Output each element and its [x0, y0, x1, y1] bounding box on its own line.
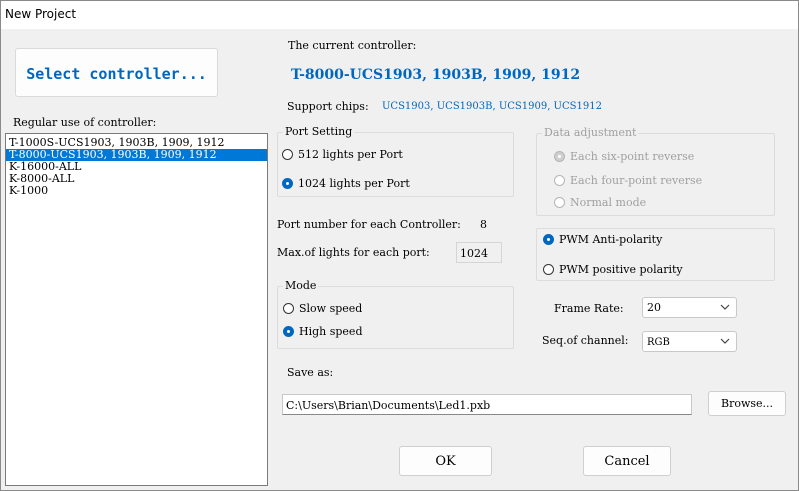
cancel-button[interactable]: Cancel: [583, 446, 671, 476]
pwm-anti-polarity-radio[interactable]: PWM Anti-polarity: [543, 233, 662, 246]
port-512-radio[interactable]: 512 lights per Port: [282, 148, 403, 161]
mode-label: Mode: [283, 279, 319, 292]
mode-group: Mode Slow speed High speed: [277, 279, 514, 349]
save-path-input[interactable]: C:\Users\Brian\Documents\Led1.pxb: [282, 394, 692, 415]
max-lights-field: 1024: [456, 242, 502, 263]
port-512-label: 512 lights per Port: [298, 148, 403, 161]
browse-button[interactable]: Browse...: [708, 391, 786, 416]
cancel-label: Cancel: [604, 454, 650, 469]
pwm-anti-polarity-label: PWM Anti-polarity: [559, 233, 663, 246]
data-adjustment-group: Data adjustment Each six-point reverse E…: [536, 126, 775, 216]
max-lights-value: 1024: [460, 247, 488, 260]
pwm-positive-polarity-label: PWM positive polarity: [559, 263, 683, 276]
four-point-reverse-label: Each four-point reverse: [570, 174, 703, 187]
port-1024-label: 1024 lights per Port: [298, 177, 410, 190]
title-bar[interactable]: New Project: [1, 1, 798, 29]
port-setting-group: Port Setting 512 lights per Port 1024 li…: [277, 125, 514, 197]
seq-channel-value: RGB: [647, 337, 670, 348]
controller-listbox[interactable]: T-1000S-UCS1903, 1903B, 1909, 1912 T-800…: [5, 133, 268, 486]
normal-mode-label: Normal mode: [570, 196, 647, 209]
select-controller-button[interactable]: Select controller...: [15, 48, 218, 97]
port-setting-label: Port Setting: [283, 125, 355, 138]
radio-circle: [554, 197, 565, 208]
current-controller-name: T-8000-UCS1903, 1903B, 1909, 1912: [291, 67, 581, 83]
port-number-label: Port number for each Controller:: [277, 218, 461, 231]
ok-label: OK: [435, 454, 456, 469]
list-item[interactable]: K-1000: [6, 185, 267, 197]
radio-circle: [543, 264, 554, 275]
regular-use-label: Regular use of controller:: [13, 116, 157, 129]
save-as-label: Save as:: [287, 366, 334, 379]
window-title: New Project: [5, 7, 77, 21]
four-point-reverse-radio[interactable]: Each four-point reverse: [554, 174, 702, 187]
data-adjustment-label: Data adjustment: [542, 126, 639, 139]
radio-circle-checked: [554, 151, 565, 162]
chevron-down-icon: [720, 338, 730, 344]
browse-label: Browse...: [720, 397, 774, 410]
chevron-down-icon: [720, 304, 730, 310]
frame-rate-label: Frame Rate:: [554, 302, 624, 315]
current-controller-label: The current controller:: [288, 39, 417, 52]
six-point-reverse-label: Each six-point reverse: [570, 150, 695, 163]
save-path-value: C:\Users\Brian\Documents\Led1.pxb: [286, 399, 491, 412]
slow-speed-label: Slow speed: [299, 302, 363, 315]
seq-channel-select[interactable]: RGB: [642, 331, 737, 352]
high-speed-radio[interactable]: High speed: [283, 325, 362, 338]
pwm-positive-polarity-radio[interactable]: PWM positive polarity: [543, 263, 683, 276]
radio-circle-checked: [543, 234, 554, 245]
port-1024-radio[interactable]: 1024 lights per Port: [282, 177, 410, 190]
radio-circle: [282, 149, 293, 160]
six-point-reverse-radio[interactable]: Each six-point reverse: [554, 150, 694, 163]
frame-rate-value: 20: [647, 301, 661, 314]
normal-mode-radio[interactable]: Normal mode: [554, 196, 646, 209]
frame-rate-select[interactable]: 20: [642, 297, 737, 318]
new-project-dialog: New Project Select controller... The cur…: [0, 0, 799, 491]
ok-button[interactable]: OK: [399, 446, 492, 476]
support-chips-label: Support chips:: [287, 100, 369, 113]
seq-channel-label: Seq.of channel:: [542, 334, 629, 347]
slow-speed-radio[interactable]: Slow speed: [283, 302, 362, 315]
polarity-group: PWM Anti-polarity PWM positive polarity: [536, 228, 775, 281]
support-chips-value: UCS1903, UCS1903B, UCS1909, UCS1912: [382, 101, 602, 112]
select-controller-label: Select controller...: [26, 65, 207, 83]
radio-circle-checked: [282, 178, 293, 189]
high-speed-label: High speed: [299, 325, 363, 338]
radio-circle: [283, 303, 294, 314]
max-lights-label: Max.of lights for each port:: [277, 246, 430, 259]
radio-circle-checked: [283, 326, 294, 337]
radio-circle: [554, 175, 565, 186]
port-number-value: 8: [480, 218, 487, 231]
